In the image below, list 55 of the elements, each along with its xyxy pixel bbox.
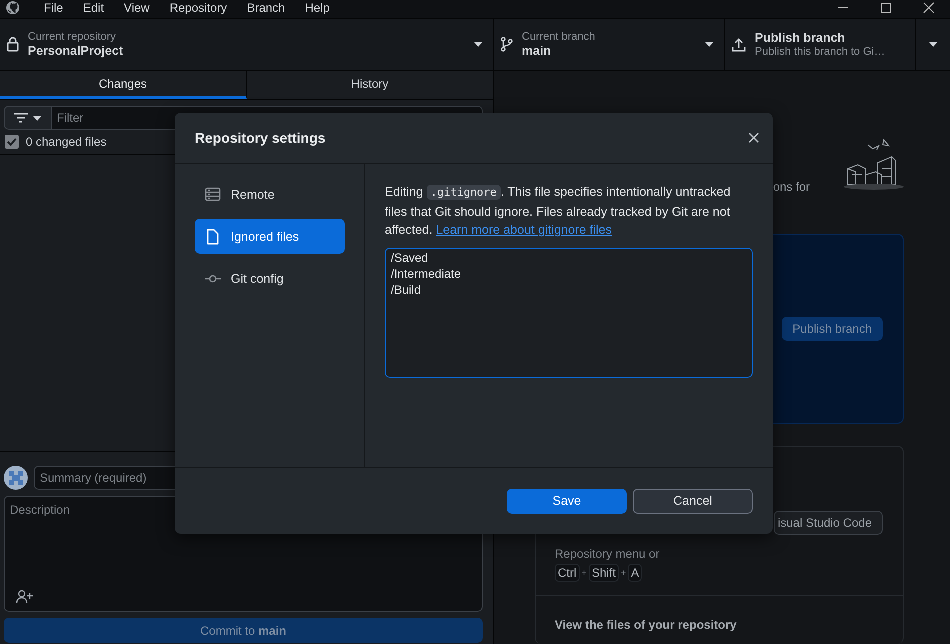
caret-icon (928, 42, 938, 47)
intro-text: ons for (773, 180, 810, 194)
menu-item[interactable]: Edit (73, 1, 114, 15)
plus-sign: + (620, 568, 626, 578)
menu-item[interactable]: Repository (160, 1, 238, 15)
settings-nav-item[interactable]: Git config (195, 261, 345, 296)
section-label: Current repository (28, 31, 118, 43)
filter-options-button[interactable] (4, 106, 52, 130)
gitignore-editor[interactable]: /Saved /Intermediate /Build (385, 248, 753, 378)
changed-files-count: 0 changed files (26, 135, 107, 149)
tab[interactable]: History (247, 71, 493, 99)
section-value: PersonalProject (28, 44, 124, 58)
close-icon[interactable] (748, 132, 760, 144)
dialog-title: Repository settings (195, 130, 326, 146)
caret-icon (474, 42, 483, 47)
learn-more-link[interactable]: Learn more about gitignore files (436, 223, 612, 237)
avatar-icon (4, 466, 28, 490)
upload-icon (732, 38, 746, 52)
settings-nav-item[interactable]: Remote (195, 177, 345, 212)
caret-icon (705, 42, 714, 47)
select-all-checkbox[interactable] (5, 135, 19, 149)
checkmark-icon (7, 138, 17, 146)
section-title: View the files of your repository (555, 618, 738, 632)
section-label: Current branch (522, 31, 596, 43)
plus-sign: + (582, 568, 587, 578)
keyboard-key: Ctrl (555, 564, 580, 582)
repository-selector[interactable]: Current repository PersonalProject (0, 19, 494, 70)
branch-icon (501, 37, 513, 52)
menu-item[interactable]: Branch (237, 1, 296, 15)
button-subtitle: Publish this branch to Gi… (755, 46, 886, 58)
server-icon (205, 186, 221, 202)
save-button[interactable]: Save (507, 488, 627, 514)
publish-branch-button[interactable]: Publish branch (782, 317, 883, 341)
keyboard-key: A (628, 564, 642, 582)
maximize-icon[interactable] (880, 2, 892, 14)
branch-selector[interactable]: Current branch main (494, 19, 725, 70)
keyboard-key: Shift (588, 564, 619, 582)
button-title: Publish branch (755, 31, 846, 45)
settings-nav-item[interactable]: Ignored files (195, 219, 345, 254)
publish-branch-button[interactable]: Publish branch Publish this branch to Gi… (725, 19, 916, 70)
filter-icon (14, 113, 28, 123)
hint-text: Repository menu or (555, 547, 661, 561)
menu-item[interactable]: File (34, 1, 74, 15)
description-text: Editing .gitignore . This file specifies intentionally untracked files that Git should ignore. Files already tracked by Git are not affected. Learn more about gitignore files (385, 184, 732, 239)
tab[interactable]: Changes (0, 71, 247, 99)
cancel-button[interactable]: Cancel (633, 488, 753, 514)
open-editor-button[interactable]: isual Studio Code (774, 511, 883, 535)
section-value: main (522, 44, 552, 58)
file-icon (205, 228, 221, 244)
lock-icon (7, 37, 19, 52)
add-coauthor-icon[interactable] (16, 590, 34, 604)
menu-item[interactable]: View (114, 1, 160, 15)
menu-item[interactable]: Help (295, 1, 340, 15)
close-icon[interactable] (923, 2, 935, 14)
caret-icon (33, 116, 42, 120)
